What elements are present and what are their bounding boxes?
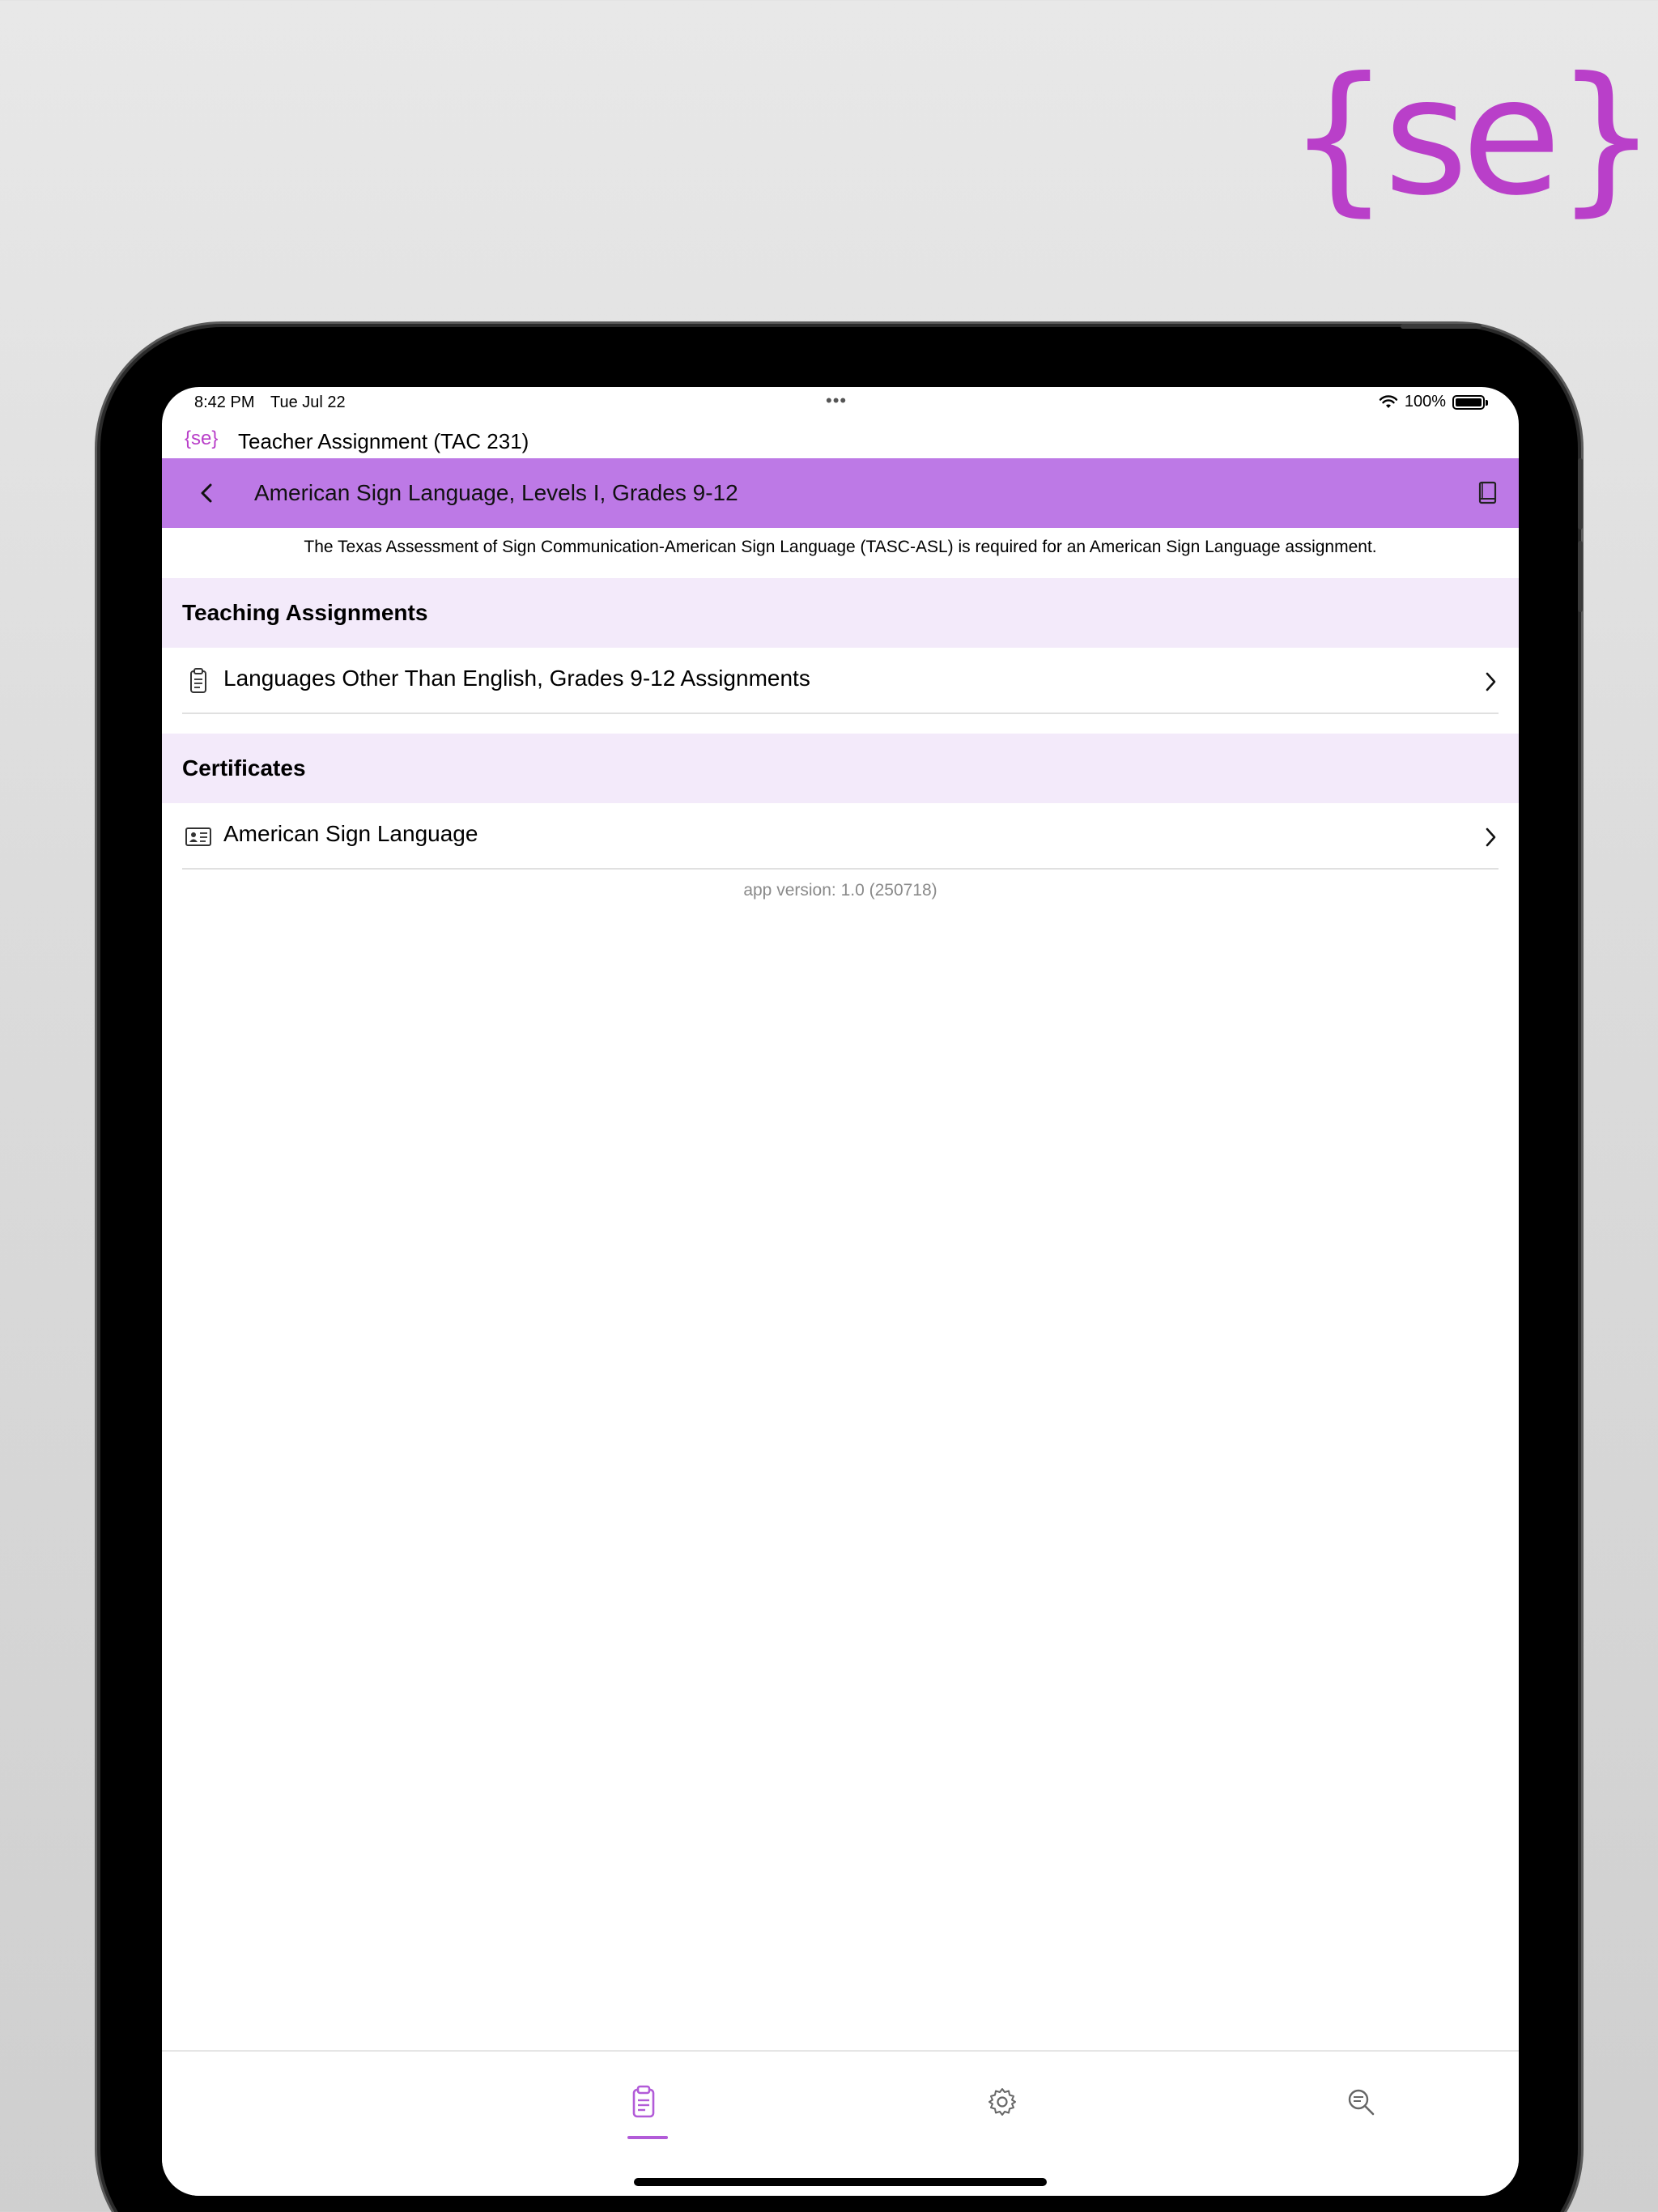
status-bar: 8:42 PM Tue Jul 22 ••• 100% — [162, 387, 1519, 423]
section-header-certificates: Certificates — [162, 734, 1519, 803]
app-header: {se} Teacher Assignment (TAC 231) — [162, 423, 1519, 458]
list-item-label: American Sign Language — [223, 821, 478, 846]
volume-down-button — [1578, 541, 1583, 612]
multitasking-dots[interactable]: ••• — [826, 390, 847, 411]
tab-search[interactable] — [1337, 2084, 1385, 2133]
gear-icon — [988, 2088, 1016, 2116]
id-card-icon — [185, 827, 211, 846]
app-version: app version: 1.0 (250718) — [743, 881, 937, 900]
tab-settings[interactable] — [978, 2084, 1027, 2133]
app-screen: 8:42 PM Tue Jul 22 ••• 100% {se} Teacher… — [162, 387, 1519, 2196]
power-button — [1401, 324, 1482, 329]
battery-icon — [1452, 394, 1488, 410]
brand-logo: {se} — [1287, 43, 1658, 232]
selected-tab-indicator — [627, 2136, 668, 2139]
app-logo: {se} — [185, 428, 219, 449]
app-title: Teacher Assignment (TAC 231) — [238, 429, 529, 453]
status-date: Tue Jul 22 — [270, 393, 346, 411]
search-icon — [1348, 2089, 1375, 2116]
chevron-right-icon — [1486, 827, 1496, 847]
clipboard-icon — [632, 2085, 655, 2118]
chevron-right-icon — [1486, 672, 1496, 691]
list-item-certificate[interactable]: American Sign Language — [182, 803, 1499, 870]
tab-bar — [162, 2050, 1519, 2196]
tab-assignments[interactable] — [619, 2084, 668, 2139]
battery-percent: 100% — [1404, 393, 1446, 410]
requirement-notice: The Texas Assessment of Sign Communicati… — [304, 538, 1377, 556]
clipboard-icon — [190, 668, 206, 693]
home-indicator[interactable] — [634, 2178, 1047, 2186]
section-header-teaching-assignments: Teaching Assignments — [162, 578, 1519, 648]
status-time: 8:42 PM — [194, 393, 255, 411]
list-item-teaching-assignment[interactable]: Languages Other Than English, Grades 9-1… — [182, 648, 1499, 714]
list-item-label: Languages Other Than English, Grades 9-1… — [223, 666, 810, 691]
wifi-icon — [1379, 394, 1398, 408]
chevron-left-icon[interactable] — [193, 479, 222, 508]
navigation-bar: American Sign Language, Levels I, Grades… — [162, 458, 1519, 528]
volume-up-button — [1578, 458, 1583, 530]
page-title: American Sign Language, Levels I, Grades… — [254, 480, 738, 505]
book-icon[interactable] — [1473, 479, 1501, 507]
